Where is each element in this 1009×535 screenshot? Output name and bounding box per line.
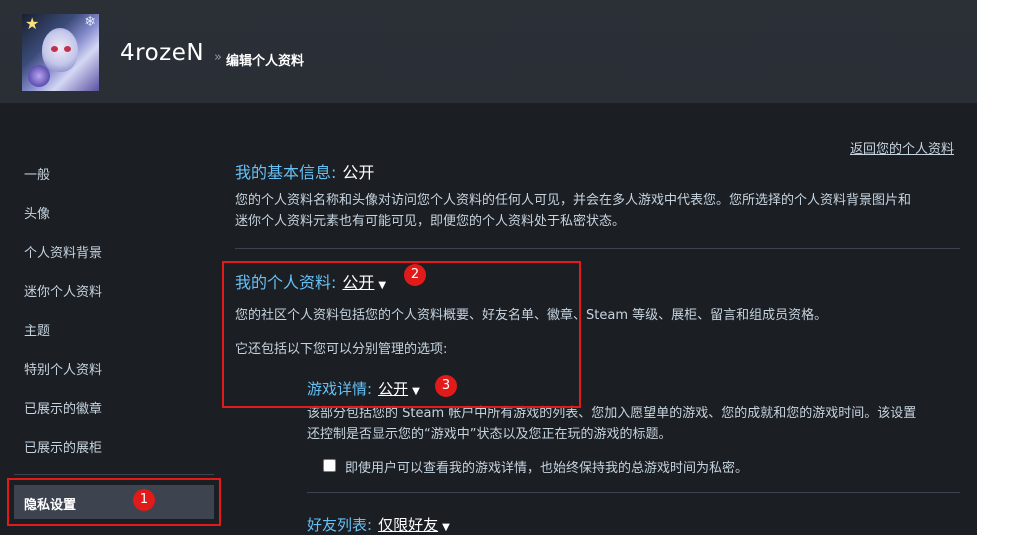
annotation-badge-3: 3	[435, 375, 457, 397]
basic-info-desc-line: 迷你个人资料元素也有可能可见，即便您的个人资料处于私密状态。	[235, 214, 626, 229]
game-details-description: 该部分包括您的 Steam 帐户中所有游戏的列表、您加入愿望单的游戏、您的成就和…	[307, 403, 967, 445]
avatar-eye	[64, 46, 71, 52]
annotation-badge-1: 1	[133, 489, 155, 511]
annotation-badge-2: 2	[404, 264, 426, 286]
profile-header: ★ ❄ 4rozeN » 编辑个人资料	[0, 0, 977, 103]
friends-list-title: 好友列表:	[307, 516, 373, 534]
friends-list-dropdown[interactable]: 仅限好友	[378, 516, 438, 534]
playtime-private-label[interactable]: 即使用户可以查看我的游戏详情，也始终保持我的总游戏时间为私密。	[345, 457, 748, 476]
sidebar-item-mini-profile[interactable]: 迷你个人资料	[24, 281, 102, 300]
right-margin	[977, 0, 1009, 535]
game-details-desc-line: 还控制是否显示您的“游戏中”状态以及您正在玩的游戏的标题。	[307, 427, 672, 442]
breadcrumb-separator: »	[214, 50, 222, 65]
annotation-box-privacy	[7, 478, 221, 526]
basic-info-description: 您的个人资料名称和头像对访问您个人资料的任何人可见，并会在多人游戏中代表您。您所…	[235, 190, 970, 232]
friends-list-heading: 好友列表: 仅限好友 ▼	[307, 514, 450, 535]
playtime-private-checkbox[interactable]	[323, 459, 336, 472]
flower-decoration	[28, 65, 50, 87]
username[interactable]: 4rozeN	[120, 40, 204, 66]
sidebar-item-showcases[interactable]: 已展示的展柜	[24, 437, 102, 456]
section-divider	[235, 248, 960, 249]
snowflake-icon: ❄	[84, 14, 96, 30]
basic-info-title: 我的基本信息:	[235, 163, 337, 182]
back-to-profile-link[interactable]: 返回您的个人资料	[850, 138, 954, 157]
sidebar-divider	[14, 474, 214, 475]
breadcrumb: 编辑个人资料	[226, 54, 305, 69]
avatar-eye	[51, 46, 58, 52]
sidebar-item-featured-profile[interactable]: 特别个人资料	[24, 359, 102, 378]
basic-info-heading: 我的基本信息: 公开	[235, 159, 374, 183]
avatar-face	[42, 28, 78, 72]
sidebar-item-avatar[interactable]: 头像	[24, 203, 50, 222]
chevron-down-icon[interactable]: ▼	[442, 522, 450, 533]
avatar[interactable]: ★ ❄	[22, 14, 99, 91]
basic-info-value: 公开	[342, 163, 375, 182]
star-icon: ★	[25, 14, 40, 33]
sidebar-item-general[interactable]: 一般	[24, 164, 50, 183]
sidebar-item-theme[interactable]: 主题	[24, 320, 50, 339]
basic-info-desc-line: 您的个人资料名称和头像对访问您个人资料的任何人可见，并会在多人游戏中代表您。您所…	[235, 193, 912, 208]
section-divider	[307, 492, 960, 493]
annotation-box-profile	[222, 261, 581, 408]
sidebar-item-featured-badge[interactable]: 已展示的徽章	[24, 398, 102, 417]
sidebar-item-profile-background[interactable]: 个人资料背景	[24, 242, 102, 261]
